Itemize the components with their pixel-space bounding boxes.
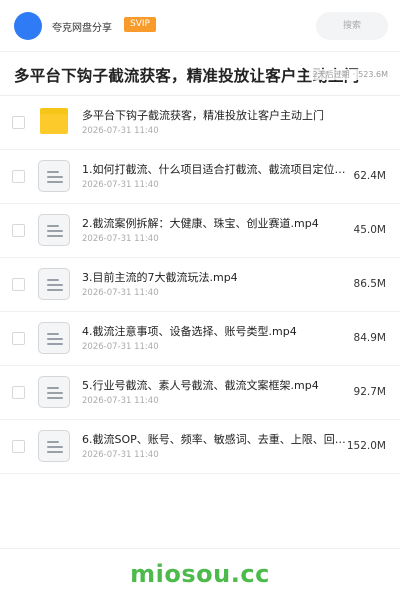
list-item[interactable]: 3.目前主流的7大截流玩法.mp4 2026-07-31 11:40 86.5M [0,258,400,312]
list-item[interactable]: 4.截流注意事项、设备选择、账号类型.mp4 2026-07-31 11:40 … [0,312,400,366]
file-name: 多平台下钩子截流获客，精准投放让客户主动上门 [82,109,324,122]
document-icon [38,268,70,300]
document-icon [38,160,70,192]
svip-badge: SVIP [124,17,156,32]
list-item[interactable]: 6.截流SOP、账号、频率、敏感词、去重、上限、回复话术.mp4 2026-07… [0,420,400,474]
app-header: 夸克网盘分享 SVIP 搜索 [0,0,400,52]
document-icon [38,322,70,354]
row-checkbox[interactable] [12,386,25,399]
file-date: 2026-07-31 11:40 [82,234,159,244]
document-icon [38,430,70,462]
divider [0,548,400,549]
avatar[interactable] [14,12,42,40]
file-name: 1.如何打截流、什么项目适合打截流、截流项目定位.mp4 [82,163,347,176]
row-checkbox[interactable] [12,332,25,345]
search-input[interactable]: 搜索 [316,12,388,40]
app-name: 夸克网盘分享 [52,23,112,34]
file-size: 152.0M [346,440,386,452]
folder-meta: 2天后过期 · 523.6M [308,69,388,80]
file-size: 84.9M [353,332,386,344]
folder-size: 523.6M [358,70,388,79]
expiry-text: 2天后过期 [312,70,350,79]
row-checkbox[interactable] [12,224,25,237]
row-checkbox[interactable] [12,116,25,129]
file-date: 2026-07-31 11:40 [82,180,159,190]
file-list: 多平台下钩子截流获客，精准投放让客户主动上门 2026-07-31 11:40 … [0,96,400,474]
row-checkbox[interactable] [12,278,25,291]
file-name: 6.截流SOP、账号、频率、敏感词、去重、上限、回复话术.mp4 [82,433,347,446]
list-item[interactable]: 5.行业号截流、素人号截流、截流文案框架.mp4 2026-07-31 11:4… [0,366,400,420]
file-name: 2.截流案例拆解：大健康、珠宝、创业赛道.mp4 [82,217,319,230]
watermark: miosou.cc [130,560,270,588]
file-name: 5.行业号截流、素人号截流、截流文案框架.mp4 [82,379,319,392]
document-icon [38,376,70,408]
file-size: 86.5M [353,278,386,290]
file-date: 2026-07-31 11:40 [82,126,159,136]
file-date: 2026-07-31 11:40 [82,288,159,298]
file-date: 2026-07-31 11:40 [82,396,159,406]
file-size: 62.4M [353,170,386,182]
folder-title-bar: 多平台下钩子截流获客，精准投放让客户主动上门 2天后过期 · 523.6M [0,52,400,96]
folder-icon [38,106,70,138]
file-size: 92.7M [353,386,386,398]
file-date: 2026-07-31 11:40 [82,342,159,352]
file-date: 2026-07-31 11:40 [82,450,159,460]
file-size: 45.0M [353,224,386,236]
list-item[interactable]: 1.如何打截流、什么项目适合打截流、截流项目定位.mp4 2026-07-31 … [0,150,400,204]
list-item[interactable]: 多平台下钩子截流获客，精准投放让客户主动上门 2026-07-31 11:40 [0,96,400,150]
row-checkbox[interactable] [12,170,25,183]
list-item[interactable]: 2.截流案例拆解：大健康、珠宝、创业赛道.mp4 2026-07-31 11:4… [0,204,400,258]
file-name: 4.截流注意事项、设备选择、账号类型.mp4 [82,325,297,338]
file-name: 3.目前主流的7大截流玩法.mp4 [82,271,238,284]
document-icon [38,214,70,246]
row-checkbox[interactable] [12,440,25,453]
